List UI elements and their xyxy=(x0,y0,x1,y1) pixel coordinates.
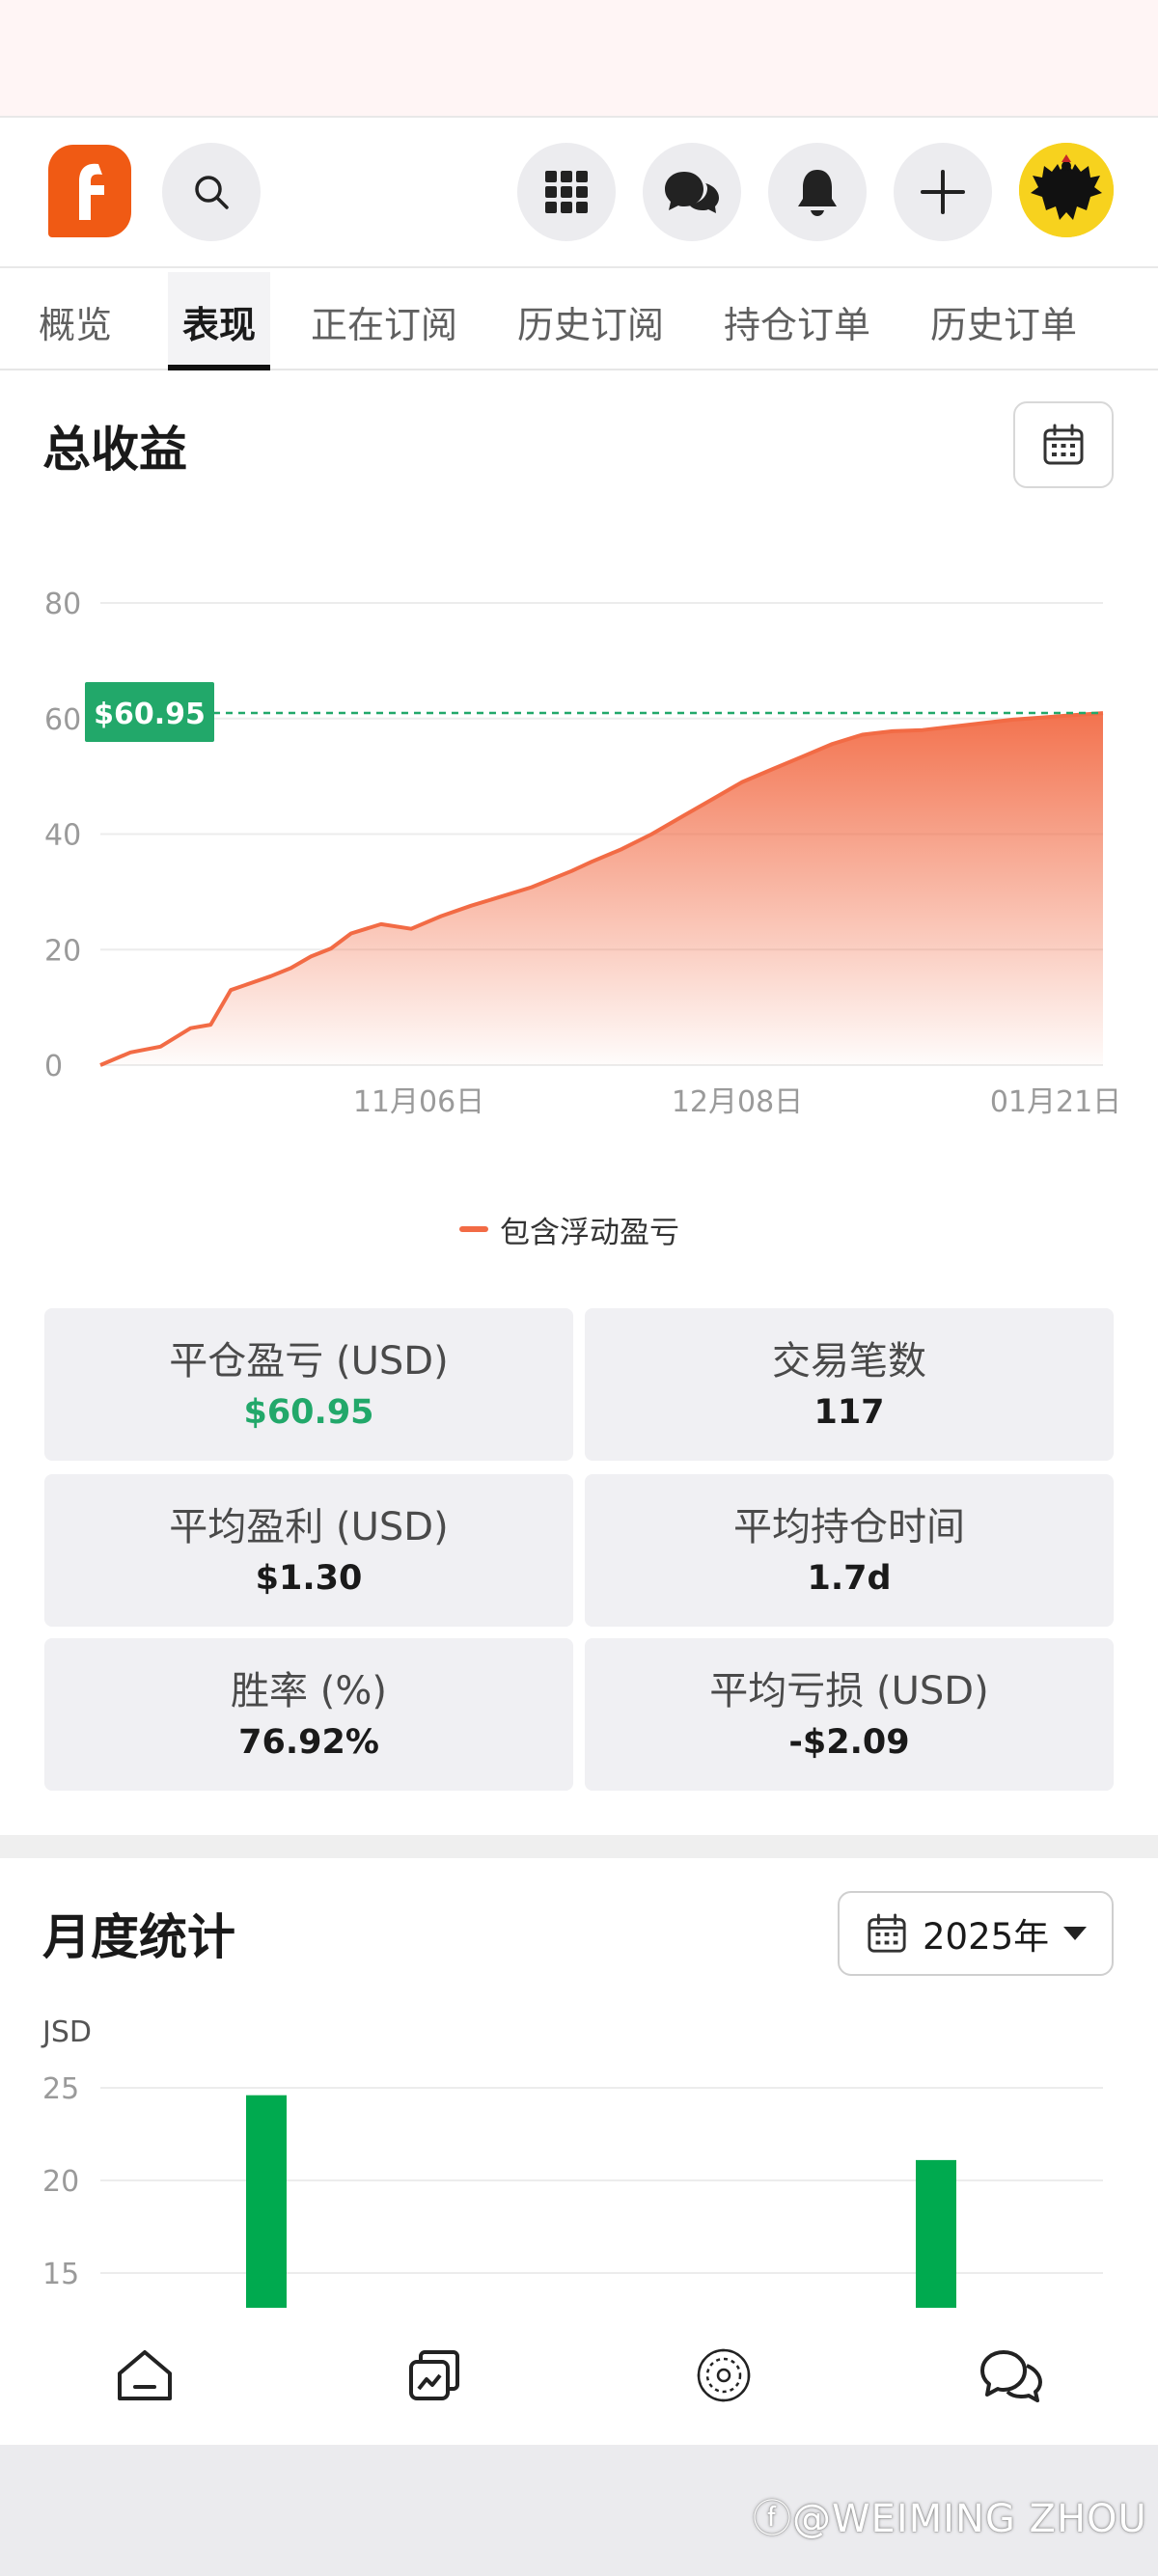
y-tick-label: 25 xyxy=(42,2072,79,2106)
current-value-label: $60.95 xyxy=(94,698,206,731)
stat-label: 交易笔数 xyxy=(772,1339,926,1384)
legend-label: 包含浮动盈亏 xyxy=(500,1215,679,1250)
search-button[interactable] xyxy=(162,143,261,241)
status-bar xyxy=(0,0,1158,118)
date-range-button[interactable] xyxy=(1013,401,1114,488)
y-tick-label: 20 xyxy=(42,2165,79,2199)
x-tick-label: 01月21日 xyxy=(990,1085,1121,1119)
chart-legend: 包含浮动盈亏 xyxy=(459,1208,679,1250)
legend-swatch xyxy=(459,1226,488,1232)
caret-down-icon xyxy=(1063,1927,1088,1940)
stat-value: 1.7d xyxy=(807,1559,892,1598)
total-profit-chart: 0 20 40 60 80 $60.95 11月06日 12月08日 01月21日 xyxy=(44,588,1121,1119)
bar xyxy=(916,2159,956,2308)
y-tick-label: 60 xyxy=(44,703,81,737)
stat-card-trade-count: 交易笔数 117 xyxy=(585,1308,1114,1461)
apps-button[interactable] xyxy=(517,143,616,241)
stat-value: 76.92% xyxy=(238,1723,379,1762)
eagle-avatar-icon xyxy=(1019,143,1114,237)
section-divider xyxy=(0,1835,1158,1858)
notifications-button[interactable] xyxy=(768,143,867,241)
y-tick-label: 80 xyxy=(44,588,81,621)
calendar-icon xyxy=(1043,424,1084,465)
nav-home[interactable] xyxy=(106,2337,183,2414)
tab-bar: 概览 表现 正在订阅 历史订阅 持仓订单 历史订单 xyxy=(0,272,1158,370)
stat-value: $1.30 xyxy=(255,1559,363,1598)
chat-bubbles-icon xyxy=(665,172,719,213)
nav-explore[interactable] xyxy=(685,2337,762,2414)
user-avatar[interactable] xyxy=(1019,143,1114,237)
calendar-icon xyxy=(868,1913,906,1953)
plus-icon xyxy=(921,170,965,214)
stat-card-avg-profit: 平均盈利 (USD) $1.30 xyxy=(44,1474,573,1627)
y-tick-label: 15 xyxy=(42,2258,79,2291)
stat-card-closed-pnl: 平仓盈亏 (USD) $60.95 xyxy=(44,1308,573,1461)
current-value-tag: $60.95 xyxy=(85,682,214,743)
tab-active-subscriptions[interactable]: 正在订阅 xyxy=(301,272,467,370)
year-label: 2025年 xyxy=(923,1916,1050,1958)
tab-performance[interactable]: 表现 xyxy=(168,272,270,370)
stat-label: 平均亏损 (USD) xyxy=(709,1669,989,1713)
stat-value: 117 xyxy=(813,1393,885,1432)
bottom-navigation xyxy=(0,2308,1158,2443)
top-app-bar xyxy=(0,118,1158,268)
area-fill xyxy=(100,713,1103,1065)
watermark: ⓕ@WEIMING ZHOU xyxy=(753,2497,1147,2541)
bell-icon xyxy=(798,170,837,216)
tab-order-history[interactable]: 历史订单 xyxy=(921,272,1087,370)
home-icon xyxy=(118,2350,172,2400)
add-button[interactable] xyxy=(894,143,992,241)
x-tick-label: 12月08日 xyxy=(672,1085,803,1119)
stat-card-win-rate: 胜率 (%) 76.92% xyxy=(44,1638,573,1791)
tab-subscription-history[interactable]: 历史订阅 xyxy=(508,272,674,370)
community-button[interactable] xyxy=(643,143,741,241)
messages-icon xyxy=(980,2350,1042,2402)
copy-trade-icon xyxy=(409,2350,459,2400)
explore-icon xyxy=(697,2348,751,2402)
tab-open-positions[interactable]: 持仓订单 xyxy=(714,272,880,370)
year-selector[interactable]: 2025年 xyxy=(838,1891,1114,1976)
total-profit-title: 总收益 xyxy=(42,422,187,478)
y-tick-label: 40 xyxy=(44,819,81,853)
y-axis-label: JSD xyxy=(41,2015,92,2049)
tab-overview[interactable]: 概览 xyxy=(29,272,122,370)
x-tick-label: 11月06日 xyxy=(353,1085,484,1119)
app-logo-icon[interactable] xyxy=(48,145,131,237)
stat-value: $60.95 xyxy=(243,1393,374,1432)
y-tick-label: 20 xyxy=(44,934,81,968)
monthly-stats-title: 月度统计 xyxy=(42,1909,235,1965)
stat-label: 平均盈利 (USD) xyxy=(169,1505,449,1549)
stat-value: -$2.09 xyxy=(788,1723,910,1762)
bar xyxy=(246,2095,287,2308)
grid-apps-icon xyxy=(545,171,588,213)
monthly-bar-chart: JSD 15 20 25 xyxy=(41,2015,1103,2308)
stat-label: 胜率 (%) xyxy=(231,1669,387,1713)
nav-copy-trading[interactable] xyxy=(396,2337,473,2414)
nav-messages[interactable] xyxy=(973,2337,1050,2414)
stat-card-avg-loss: 平均亏损 (USD) -$2.09 xyxy=(585,1638,1114,1791)
stat-label: 平均持仓时间 xyxy=(733,1505,965,1549)
stat-card-avg-holding-time: 平均持仓时间 1.7d xyxy=(585,1474,1114,1627)
y-tick-label: 0 xyxy=(44,1050,63,1083)
stat-label: 平仓盈亏 (USD) xyxy=(169,1339,449,1384)
search-icon xyxy=(195,176,229,209)
